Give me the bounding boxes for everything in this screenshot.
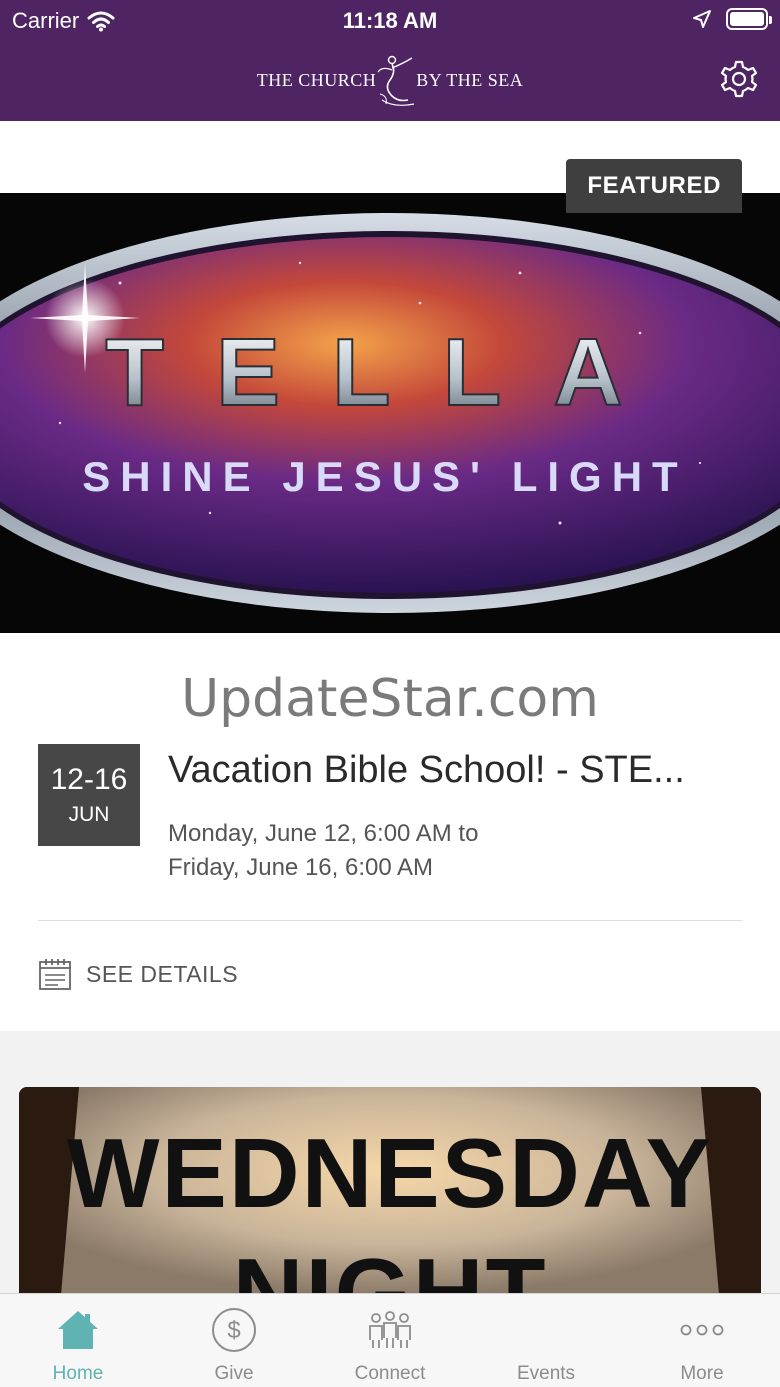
tab-give-label: Give	[214, 1363, 254, 1384]
see-details-button[interactable]: SEE DETAILS	[38, 957, 238, 991]
logo-text-right: BY THE SEA	[416, 69, 524, 90]
logo-figure-icon	[377, 55, 415, 106]
status-bar: Carrier 11:18 AM	[0, 0, 780, 40]
location-arrow-icon	[693, 10, 711, 28]
event-card-wednesday[interactable]: WEDNESDAY NIGHT	[19, 1087, 761, 1295]
gear-icon[interactable]	[720, 60, 758, 98]
banner-word: TELLA	[105, 319, 674, 426]
calendar-details-icon	[39, 959, 71, 990]
app-header: Carrier 11:18 AM THE CHURCH BY THE SEA	[0, 0, 780, 121]
svg-text:$: $	[227, 1317, 240, 1344]
wednesday-banner-word2: NIGHT	[233, 1238, 548, 1295]
tab-connect[interactable]: Connect	[312, 1294, 468, 1387]
event-dates-line1: Monday, June 12, 6:00 AM to	[168, 820, 479, 847]
tab-bar: Home $ Give Connect Events More	[0, 1293, 780, 1387]
home-icon	[58, 1311, 98, 1349]
more-icon	[680, 1324, 724, 1336]
event-dates: Monday, June 12, 6:00 AM to Friday, June…	[168, 817, 478, 885]
tab-give[interactable]: $ Give	[156, 1294, 312, 1387]
event-dates-line2: Friday, June 16, 6:00 AM	[168, 854, 434, 881]
watermark-text: UpdateStar.com	[181, 669, 599, 729]
see-details-label: SEE DETAILS	[86, 960, 239, 987]
event-banner-image[interactable]: TELLA SHINE JESUS' LIGHT	[0, 193, 780, 633]
banner-tagline: SHINE JESUS' LIGHT	[82, 453, 687, 500]
tab-more-label: More	[680, 1363, 724, 1384]
tab-more[interactable]: More	[624, 1294, 780, 1387]
dollar-icon: $	[212, 1308, 256, 1352]
wednesday-banner-word1: WEDNESDAY	[67, 1118, 713, 1228]
featured-event-card[interactable]: FEATURED TELLA SHINE JESUS' LIGHT Update…	[0, 121, 780, 1031]
tab-events[interactable]: Events	[468, 1294, 624, 1387]
event-date-badge: 12-16 JUN	[38, 744, 140, 846]
card-divider	[38, 920, 742, 921]
church-logo: THE CHURCH BY THE SEA	[0, 48, 780, 112]
tab-home[interactable]: Home	[0, 1294, 156, 1387]
logo-text-left: THE CHURCH	[256, 69, 377, 90]
event-title[interactable]: Vacation Bible School! - STE...	[168, 749, 728, 792]
featured-badge: FEATURED	[566, 159, 742, 213]
tab-home-label: Home	[52, 1363, 104, 1384]
tab-events-label: Events	[516, 1363, 576, 1384]
clock: 11:18 AM	[342, 8, 438, 33]
calendar-icon	[522, 1306, 570, 1354]
wednesday-banner-image: WEDNESDAY NIGHT	[19, 1087, 761, 1295]
event-date-range: 12-16	[50, 763, 128, 796]
tab-connect-label: Connect	[354, 1363, 426, 1384]
battery-icon	[726, 8, 772, 30]
people-icon	[369, 1311, 411, 1348]
event-date-month: JUN	[68, 803, 110, 826]
